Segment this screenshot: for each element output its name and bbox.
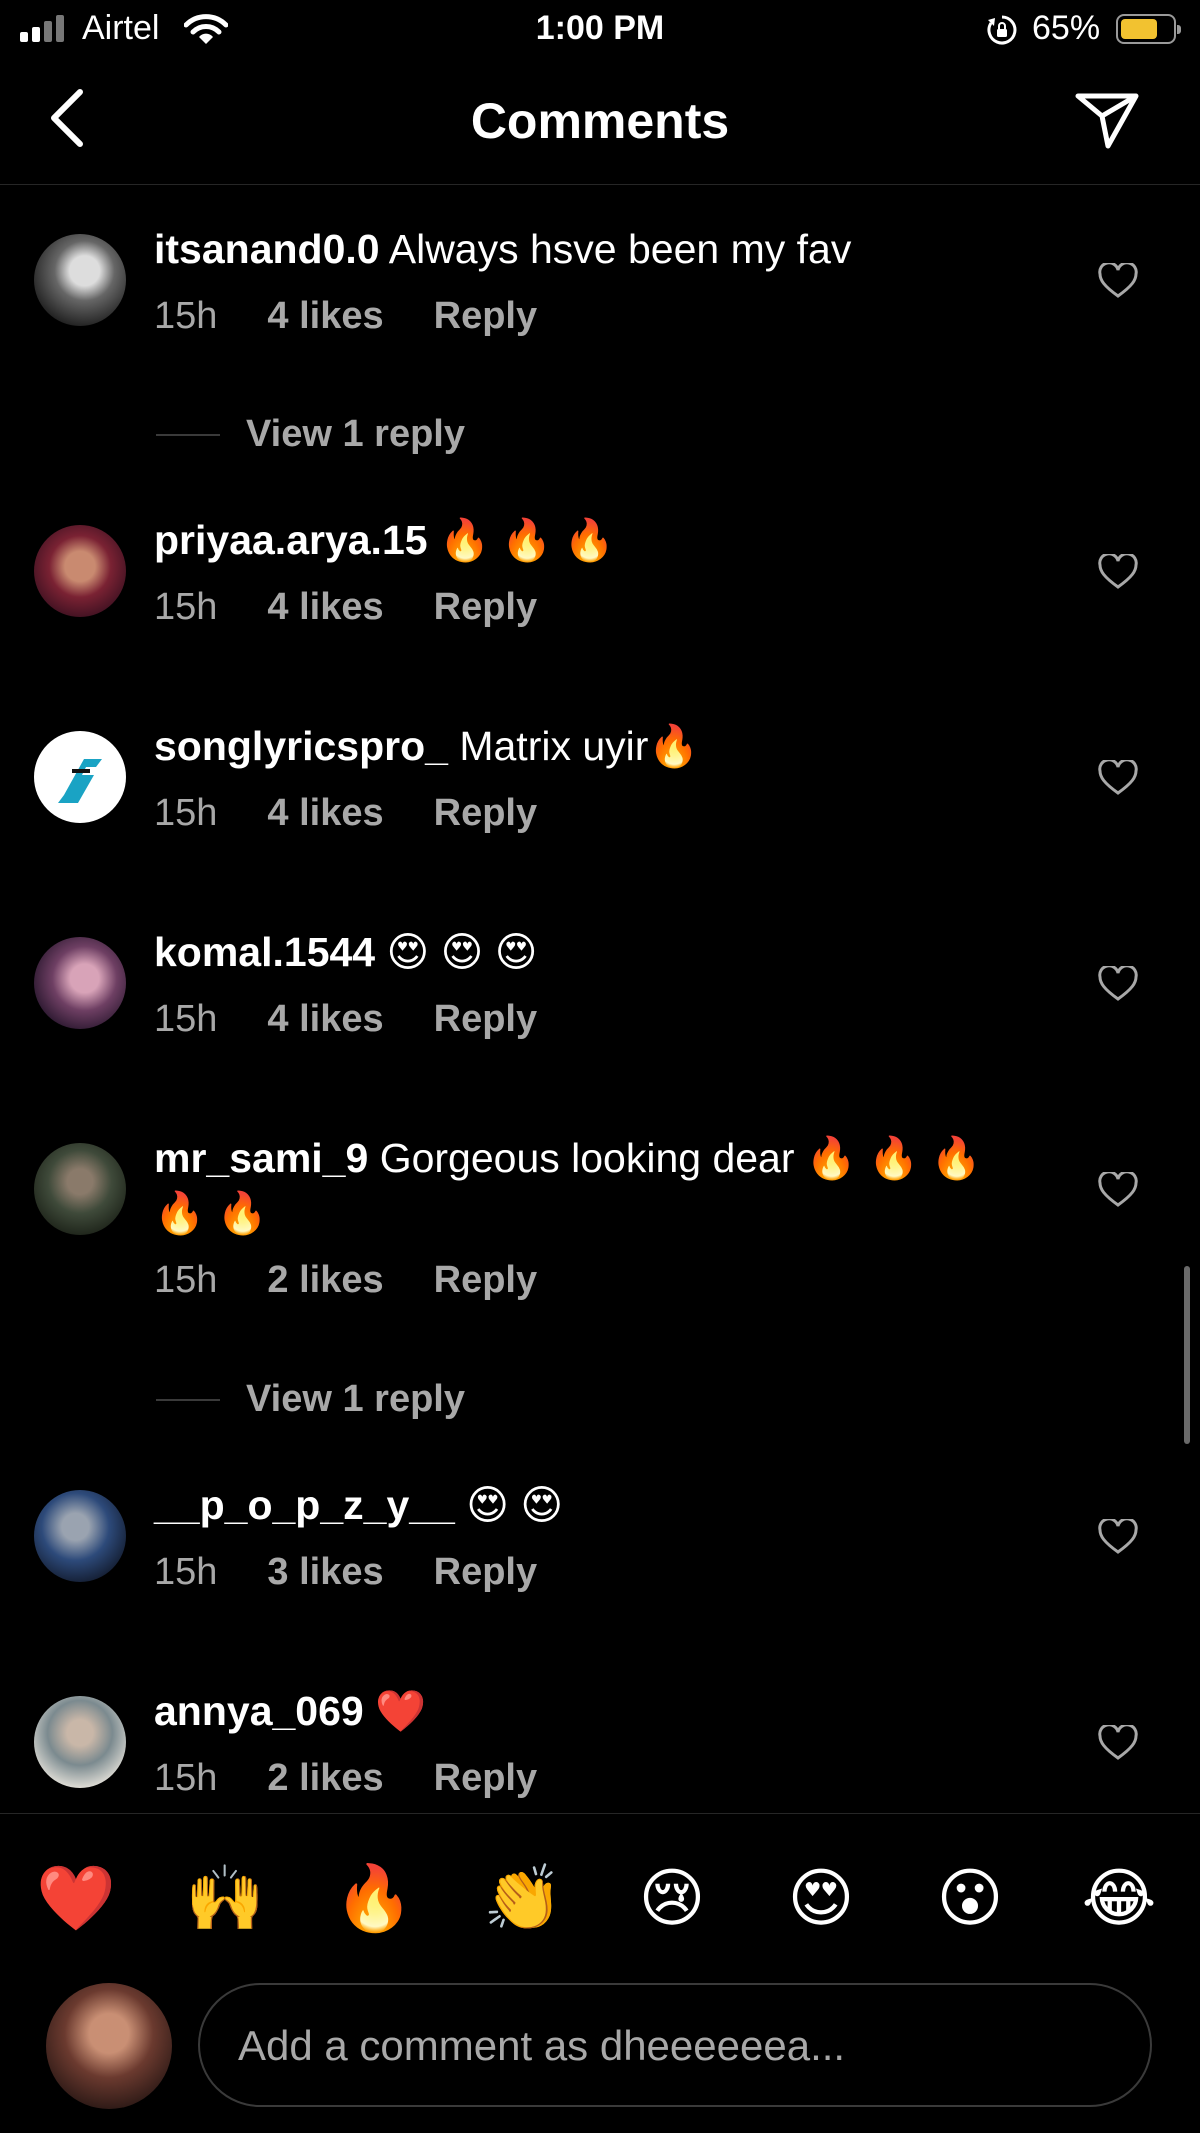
clock: 1:00 PM [535,9,665,47]
heart-emoji-button[interactable]: ❤️ [36,1858,116,1938]
scrollbar[interactable] [1184,1266,1190,1444]
reply-button[interactable]: Reply [434,586,537,629]
comment-likes[interactable]: 4 likes [267,586,383,629]
raising-hands-emoji-button[interactable]: 🙌 [185,1858,265,1938]
comment-username[interactable]: songlyricspro_ [154,723,448,769]
page-title: Comments [470,93,730,149]
surprised-emoji-button[interactable]: 😮 [930,1858,1010,1938]
comment-username[interactable]: komal.1544 [154,929,375,975]
laughing-emoji-button[interactable]: 😂 [1079,1858,1159,1938]
heart-eyes-emoji-button[interactable]: 😍 [781,1858,861,1938]
avatar[interactable] [34,1143,126,1235]
current-user-avatar [46,1983,172,2109]
comment-time: 15h [154,1259,218,1301]
comment-composer[interactable] [198,1983,1152,2107]
comment-likes[interactable]: 4 likes [267,998,383,1041]
comment-time: 15h [154,792,218,834]
reply-button[interactable]: Reply [434,792,537,835]
send-icon[interactable] [1074,90,1140,150]
comment-username[interactable]: mr_sami_9 [154,1135,368,1181]
heart-icon[interactable] [1098,554,1138,590]
comment-time: 15h [154,295,218,337]
reply-button[interactable]: Reply [434,1259,537,1302]
reply-button[interactable]: Reply [434,295,537,338]
comment-username[interactable]: priyaa.arya.15 [154,517,428,563]
emoji-bar: ❤️ 🙌 🔥 👏 😢 😍 😮 😂 [0,1813,1200,1964]
comment-likes[interactable]: 3 likes [267,1551,383,1594]
fire-emoji-button[interactable]: 🔥 [334,1858,414,1938]
view-replies-button[interactable]: View 1 reply [156,413,465,456]
heart-icon[interactable] [1098,1725,1138,1761]
comment-text: 😍 😍 [466,1482,564,1528]
comment-likes[interactable]: 2 likes [267,1259,383,1302]
comment-text: 🔥 🔥 🔥 [438,517,615,563]
crying-emoji-button[interactable]: 😢 [632,1858,712,1938]
avatar[interactable] [34,525,126,617]
comment-text: 😍 😍 😍 [386,929,538,975]
comments-list[interactable]: itsanand0.0 Always hsve been my fav 15h 4… [0,185,1200,1813]
rotation-lock-icon [987,15,1017,45]
header: Comments [0,64,1200,185]
comment-text: ❤️ [375,1688,427,1734]
comment-time: 15h [154,586,218,628]
status-bar: Airtel 1:00 PM 65% [0,0,1200,64]
comment-text: Matrix uyir🔥 [459,723,700,769]
reply-button[interactable]: Reply [434,1551,537,1594]
avatar[interactable] [34,234,126,326]
logo-icon [58,759,102,803]
avatar[interactable] [34,1696,126,1788]
reply-button[interactable]: Reply [434,1757,537,1800]
heart-icon[interactable] [1098,1519,1138,1555]
comment-likes[interactable]: 4 likes [267,792,383,835]
battery-icon [1116,14,1181,44]
clapping-emoji-button[interactable]: 👏 [483,1858,563,1938]
avatar[interactable] [34,937,126,1029]
comment-input[interactable] [236,1985,1100,2107]
battery-percent: 65% [1032,9,1101,47]
comment-time: 15h [154,1757,218,1799]
heart-icon[interactable] [1098,966,1138,1002]
view-replies-button[interactable]: View 1 reply [156,1378,465,1421]
reply-button[interactable]: Reply [434,998,537,1041]
heart-icon[interactable] [1098,263,1138,299]
comment-text: Always hsve been my fav [388,226,852,272]
comment-username[interactable]: annya_069 [154,1688,364,1734]
heart-icon[interactable] [1098,1172,1138,1208]
comment-time: 15h [154,1551,218,1593]
comment-time: 15h [154,998,218,1040]
comment-username[interactable]: __p_o_p_z_y__ [154,1482,455,1528]
comment-likes[interactable]: 2 likes [267,1757,383,1800]
heart-icon[interactable] [1098,760,1138,796]
avatar[interactable] [34,731,126,823]
comment-username[interactable]: itsanand0.0 [154,226,380,272]
comment-likes[interactable]: 4 likes [267,295,383,338]
avatar[interactable] [34,1490,126,1582]
